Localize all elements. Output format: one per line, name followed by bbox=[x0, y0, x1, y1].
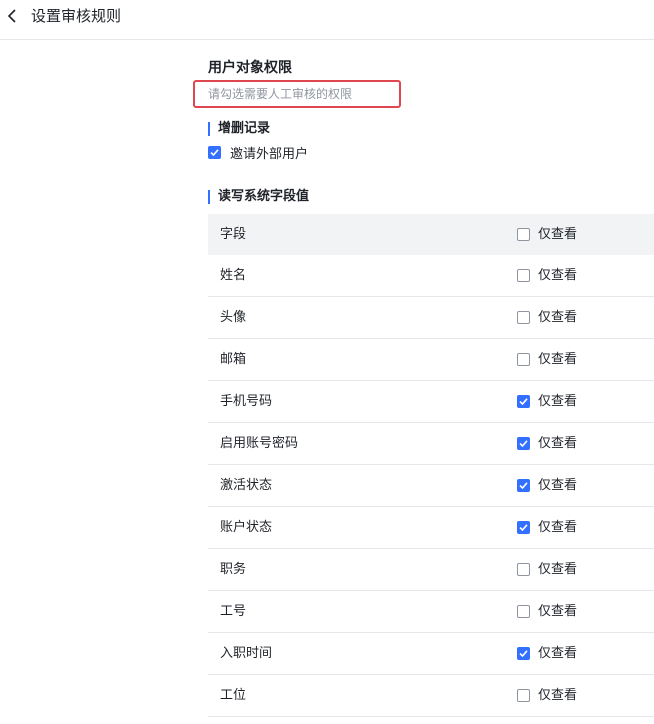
view-only-checkbox[interactable] bbox=[517, 437, 530, 450]
view-only-checkbox[interactable] bbox=[517, 521, 530, 534]
table-row: 头像 仅查看 bbox=[208, 297, 654, 339]
field-name: 工号 bbox=[220, 604, 247, 619]
field-name: 启用账号密码 bbox=[220, 436, 299, 451]
page-header: 设置审核规则 bbox=[0, 0, 654, 40]
fields-table: 字段 仅查看 姓名 仅查看 头像 仅查看 邮箱 仅查看 手机号码 仅查看 启用账号密码 仅查看 激活… bbox=[208, 214, 654, 717]
view-only-label: 仅查看 bbox=[538, 688, 578, 703]
invite-external-user-label: 邀请外部用户 bbox=[230, 147, 309, 162]
view-only-label: 仅查看 bbox=[538, 394, 578, 409]
field-name: 邮箱 bbox=[220, 352, 247, 367]
table-row: 职务 仅查看 bbox=[208, 549, 654, 591]
table-row: 工号 仅查看 bbox=[208, 591, 654, 633]
view-only-label: 仅查看 bbox=[538, 520, 578, 535]
view-only-checkbox[interactable] bbox=[517, 605, 530, 618]
view-only-checkbox[interactable] bbox=[517, 479, 530, 492]
view-only-checkbox[interactable] bbox=[517, 269, 530, 282]
group-label-read-write-fields: 读写系统字段值 bbox=[208, 188, 309, 206]
table-row: 手机号码 仅查看 bbox=[208, 381, 654, 423]
table-row: 入职时间 仅查看 bbox=[208, 633, 654, 675]
view-only-checkbox[interactable] bbox=[517, 647, 530, 660]
view-only-checkbox[interactable] bbox=[517, 311, 530, 324]
table-row: 姓名 仅查看 bbox=[208, 255, 654, 297]
field-name: 姓名 bbox=[220, 268, 247, 283]
view-only-checkbox[interactable] bbox=[517, 395, 530, 408]
view-only-label: 仅查看 bbox=[538, 436, 578, 451]
table-row: 工位 仅查看 bbox=[208, 675, 654, 717]
view-only-checkbox[interactable] bbox=[517, 689, 530, 702]
field-name: 工位 bbox=[220, 688, 247, 703]
table-row: 激活状态 仅查看 bbox=[208, 465, 654, 507]
page-title: 设置审核规则 bbox=[31, 7, 122, 25]
table-header-row: 字段 仅查看 bbox=[208, 214, 654, 255]
view-only-label: 仅查看 bbox=[538, 604, 578, 619]
view-only-checkbox[interactable] bbox=[517, 563, 530, 576]
header-view-only-label: 仅查看 bbox=[538, 227, 578, 242]
view-only-label: 仅查看 bbox=[538, 562, 578, 577]
view-only-checkbox[interactable] bbox=[517, 353, 530, 366]
field-name: 账户状态 bbox=[220, 520, 273, 535]
invite-external-user-checkbox[interactable] bbox=[208, 146, 221, 159]
section-title: 用户对象权限 bbox=[208, 60, 292, 76]
group-label-add-delete: 增删记录 bbox=[208, 120, 270, 138]
view-only-label: 仅查看 bbox=[538, 268, 578, 283]
section-hint: 请勾选需要人工审核的权限 bbox=[208, 87, 353, 101]
view-only-label: 仅查看 bbox=[538, 478, 578, 493]
header-field-label: 字段 bbox=[220, 227, 247, 242]
field-name: 入职时间 bbox=[220, 646, 273, 661]
header-view-only-checkbox[interactable] bbox=[517, 228, 530, 241]
table-row: 邮箱 仅查看 bbox=[208, 339, 654, 381]
field-name: 手机号码 bbox=[220, 394, 273, 409]
view-only-label: 仅查看 bbox=[538, 352, 578, 367]
view-only-label: 仅查看 bbox=[538, 310, 578, 325]
table-row: 启用账号密码 仅查看 bbox=[208, 423, 654, 465]
field-name: 职务 bbox=[220, 562, 247, 577]
field-name: 激活状态 bbox=[220, 478, 273, 493]
field-name: 头像 bbox=[220, 310, 247, 325]
table-row: 账户状态 仅查看 bbox=[208, 507, 654, 549]
view-only-label: 仅查看 bbox=[538, 646, 578, 661]
back-chevron-icon[interactable] bbox=[6, 9, 18, 23]
